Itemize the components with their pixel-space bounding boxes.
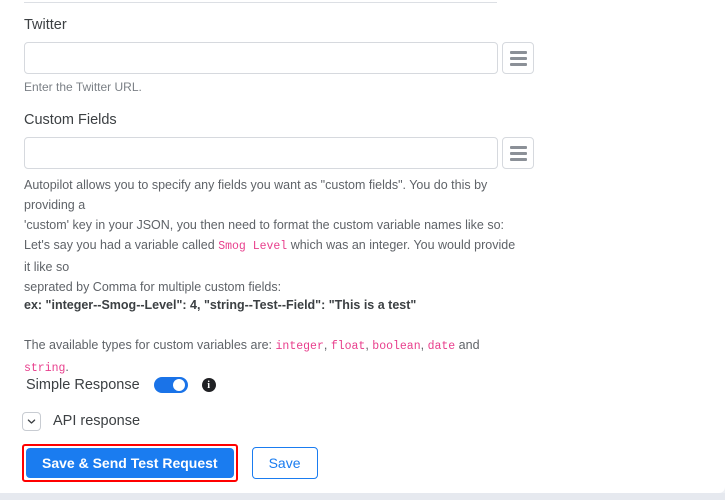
custom-fields-input-row <box>24 137 534 169</box>
types-comma: , <box>323 338 328 352</box>
toggle-knob <box>172 379 185 391</box>
hamburger-bar <box>509 62 527 66</box>
settings-panel: Twitter Enter the Twitter URL. Custom Fi… <box>0 0 725 493</box>
save-button[interactable]: Save <box>251 447 318 479</box>
section-divider <box>24 2 497 3</box>
example-format-line: ex: "integer--Smog--Level": 4, "string--… <box>24 298 417 312</box>
info-icon[interactable]: i <box>201 378 216 392</box>
highlight-box: Save & Send Test Request <box>22 444 238 482</box>
page-bottom-band <box>0 493 725 500</box>
type-float: float <box>330 340 366 353</box>
twitter-label: Twitter <box>24 17 67 33</box>
types-label: The available types for custom variables… <box>24 338 273 352</box>
type-integer: integer <box>275 340 324 353</box>
api-response-label: API response <box>53 413 141 429</box>
available-types-line: The available types for custom variables… <box>24 335 524 379</box>
twitter-help-text: Enter the Twitter URL. <box>24 80 142 94</box>
example-code-smog-level: Smog Level <box>218 240 288 253</box>
twitter-input[interactable] <box>24 42 498 74</box>
description-line-1: Autopilot allows you to specify any fiel… <box>24 178 488 212</box>
types-conjunction: and <box>458 338 480 352</box>
example-text-pre: Let's say you had a variable called <box>24 238 215 252</box>
field-group-twitter: Twitter Enter the Twitter URL. <box>24 16 534 95</box>
hamburger-bar <box>509 145 527 149</box>
simple-response-label: Simple Response <box>26 377 140 393</box>
types-comma: , <box>365 338 369 352</box>
hamburger-icon[interactable] <box>502 42 534 74</box>
twitter-input-row <box>24 42 534 74</box>
hamburger-icon[interactable] <box>502 137 534 169</box>
form-actions: Save & Send Test Request Save <box>22 444 318 482</box>
hamburger-bar <box>509 50 527 54</box>
chevron-down-icon[interactable] <box>22 411 41 431</box>
type-date: date <box>427 340 456 353</box>
types-comma: , <box>420 338 425 352</box>
hamburger-bar <box>509 56 527 60</box>
description-line-2: 'custom' key in your JSON, you then need… <box>24 218 504 232</box>
api-response-accordion[interactable]: API response <box>22 410 140 432</box>
example-text-line-2: seprated by Comma for multiple custom fi… <box>24 280 282 294</box>
hamburger-bar <box>509 151 527 155</box>
simple-response-toggle[interactable] <box>153 377 188 393</box>
hamburger-bar <box>509 157 527 161</box>
custom-fields-input[interactable] <box>24 137 498 169</box>
simple-response-row: Simple Response i <box>26 374 216 396</box>
custom-fields-example: Let's say you had a variable called Smog… <box>24 235 524 297</box>
custom-fields-label: Custom Fields <box>24 112 117 128</box>
type-boolean: boolean <box>372 340 421 353</box>
custom-fields-description: Autopilot allows you to specify any fiel… <box>24 175 524 235</box>
field-group-custom-fields: Custom Fields <box>24 111 534 169</box>
save-and-send-test-request-button[interactable]: Save & Send Test Request <box>26 448 234 478</box>
types-period: . <box>65 360 69 374</box>
